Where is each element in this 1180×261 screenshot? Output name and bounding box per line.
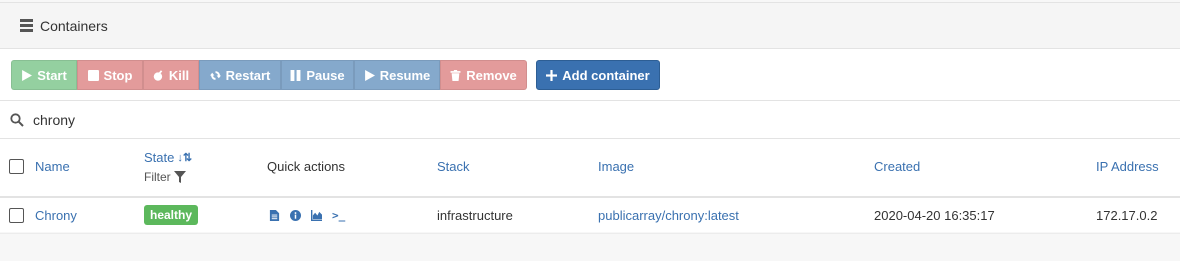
info-icon[interactable] xyxy=(290,210,301,221)
logs-icon[interactable] xyxy=(269,210,280,221)
status-badge: healthy xyxy=(144,205,199,225)
panel-header: Containers xyxy=(0,3,1180,49)
play-icon xyxy=(364,69,375,81)
ip-address-value: 172.17.0.2 xyxy=(1096,208,1158,223)
image-link[interactable]: publicarray/chrony:latest xyxy=(598,208,739,223)
refresh-icon xyxy=(209,70,221,80)
restart-button[interactable]: Restart xyxy=(199,60,281,90)
panel-title: Containers xyxy=(40,17,108,34)
table-header: Name State ↓⇅ Filter Quick actions Stack… xyxy=(0,140,1180,198)
trash-icon xyxy=(450,69,461,81)
stop-button-label: Stop xyxy=(103,67,133,83)
play-icon xyxy=(22,69,33,81)
pause-button[interactable]: Pause xyxy=(281,60,354,90)
search-bar xyxy=(0,100,1180,139)
start-button[interactable]: Start xyxy=(11,60,77,90)
start-button-label: Start xyxy=(37,67,67,83)
stats-icon[interactable] xyxy=(311,210,322,221)
kill-button-label: Kill xyxy=(168,67,190,83)
row-checkbox[interactable] xyxy=(9,208,24,223)
bomb-icon xyxy=(153,69,163,81)
remove-button-label: Remove xyxy=(466,67,517,83)
column-name[interactable]: Name xyxy=(35,159,70,174)
column-image[interactable]: Image xyxy=(598,159,634,174)
state-filter[interactable]: Filter xyxy=(144,170,186,184)
filter-icon xyxy=(173,171,186,183)
restart-button-label: Restart xyxy=(225,67,271,83)
resume-button[interactable]: Resume xyxy=(354,60,440,90)
kill-button[interactable]: Kill xyxy=(143,60,199,90)
quick-actions: >_ xyxy=(269,209,345,222)
action-toolbar: Start Stop Kill Restart Pause Resume Rem… xyxy=(11,60,660,90)
stack-value: infrastructure xyxy=(437,208,513,223)
containers-panel: Containers Start Stop Kill Restart Pause… xyxy=(0,2,1180,234)
add-container-button-label: Add container xyxy=(562,67,650,83)
console-icon[interactable]: >_ xyxy=(332,209,345,222)
column-stack[interactable]: Stack xyxy=(437,159,470,174)
column-state[interactable]: State xyxy=(144,150,174,165)
column-quick-actions: Quick actions xyxy=(267,159,346,174)
resume-button-label: Resume xyxy=(379,67,431,83)
search-input[interactable] xyxy=(33,111,1133,128)
server-icon xyxy=(20,19,33,32)
pause-button-label: Pause xyxy=(306,67,345,83)
column-created[interactable]: Created xyxy=(874,159,920,174)
sort-icon: ↓⇅ xyxy=(177,152,193,164)
remove-button[interactable]: Remove xyxy=(440,60,527,90)
state-filter-label: Filter xyxy=(144,170,171,184)
table-row: Chrony healthy >_ infrastructure publica… xyxy=(0,198,1180,234)
container-name-link[interactable]: Chrony xyxy=(35,208,77,223)
created-value: 2020-04-20 16:35:17 xyxy=(874,208,995,223)
stop-icon xyxy=(87,69,99,81)
pause-icon xyxy=(290,69,301,81)
column-ip-address[interactable]: IP Address xyxy=(1096,159,1159,174)
add-container-button[interactable]: Add container xyxy=(536,60,660,90)
search-icon xyxy=(10,112,24,127)
stop-button[interactable]: Stop xyxy=(77,60,143,90)
select-all-checkbox[interactable] xyxy=(9,159,24,174)
plus-icon xyxy=(546,69,558,81)
